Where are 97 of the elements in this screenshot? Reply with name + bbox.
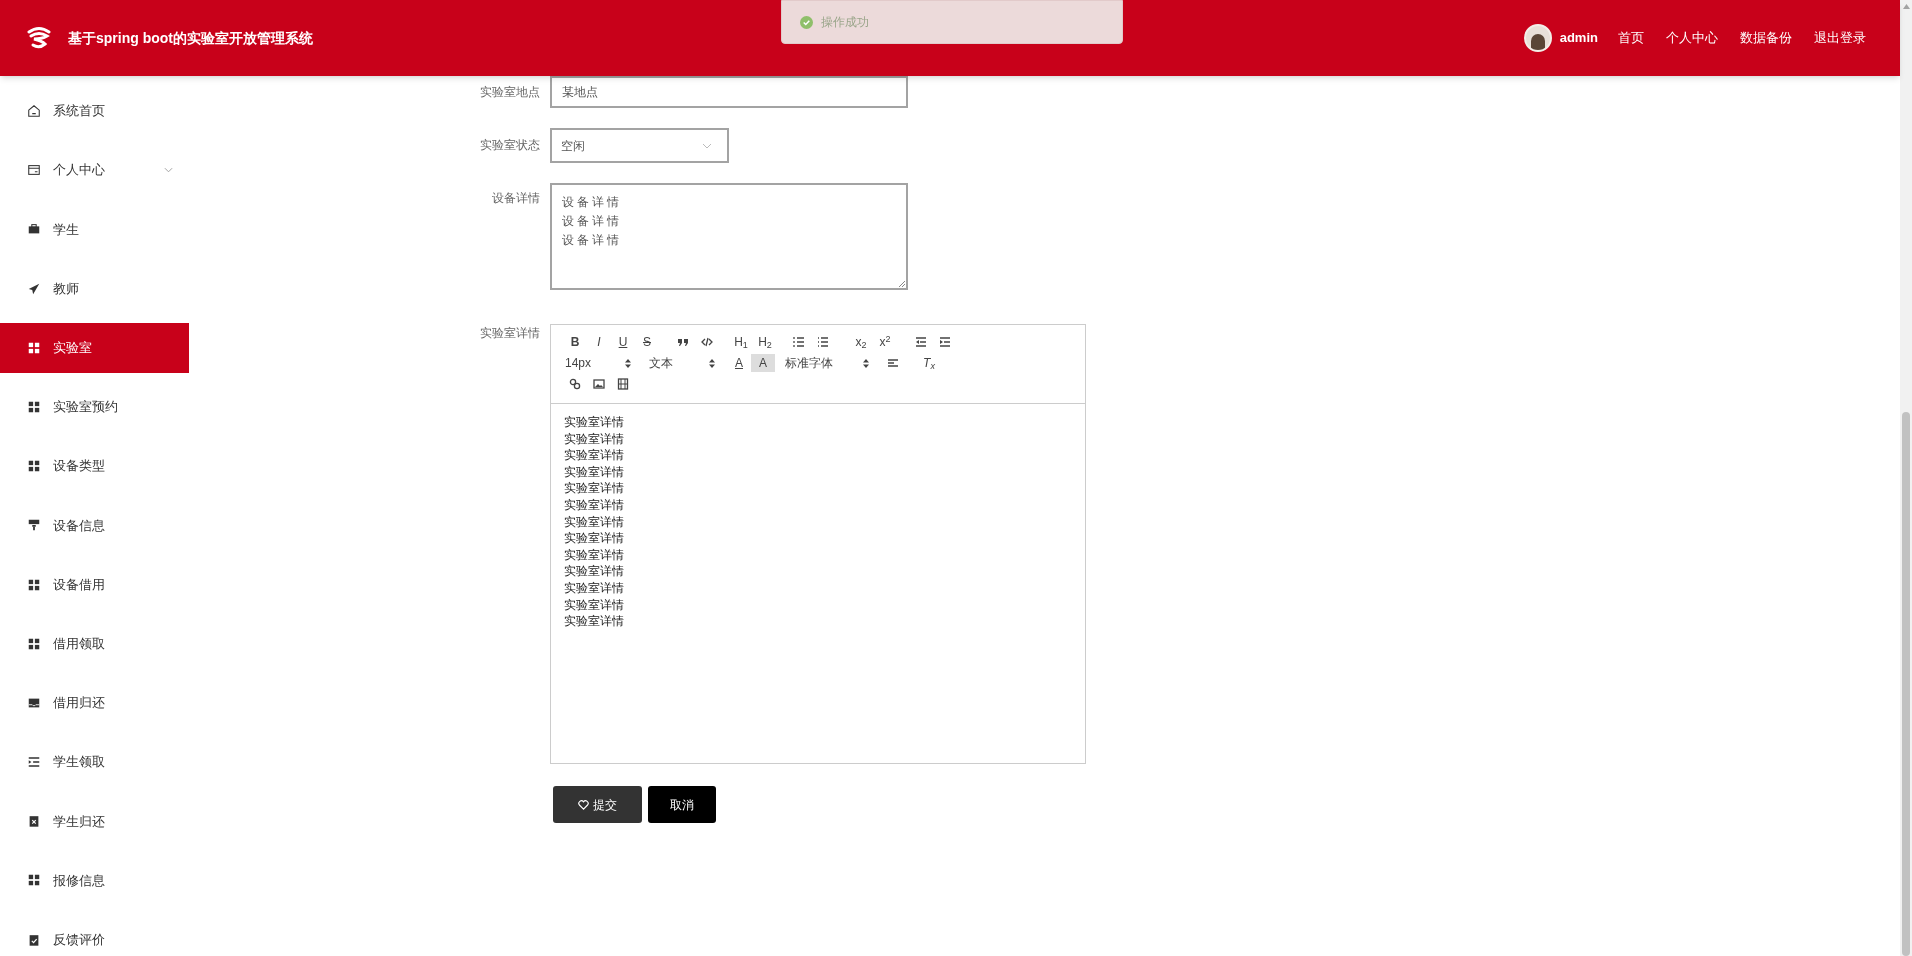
- editor-text-line: 实验室详情: [564, 447, 625, 464]
- home-icon: [27, 104, 41, 118]
- toolbar-button[interactable]: x$^{2}$: [873, 333, 897, 351]
- text-input[interactable]: 某地点: [550, 76, 908, 108]
- toolbar-button[interactable]: U: [611, 333, 635, 351]
- chevron-down-icon: [702, 142, 712, 149]
- logo-icon: [26, 25, 52, 51]
- toolbar-dropdown[interactable]: 标准字体: [783, 354, 873, 372]
- nav-link[interactable]: 退出登录: [1814, 28, 1866, 48]
- editor-text-line: 实验室详情: [564, 463, 625, 481]
- field-label: 设备详情: [491, 190, 540, 207]
- editor-text-line: 实验室详情: [564, 546, 625, 564]
- clipboard-check-icon: [27, 932, 41, 947]
- editor-text-line: 实验室详情: [564, 496, 625, 514]
- grid-icon: [27, 577, 41, 592]
- nav-link[interactable]: 首页: [1618, 28, 1644, 48]
- field-label: 实验室状态: [479, 137, 540, 154]
- editor-area[interactable]: 实验室详情 实验室详情 实验室详情 实验室详情 实验室详情 实验室详情 实验室详情 实验室详情 实验室详情 实验室详情 实验室详情 实验室详情 实验室详情: [551, 404, 1085, 763]
- roller-icon: [27, 518, 41, 533]
- select-field[interactable]: 空闲: [550, 128, 729, 163]
- toolbar-button[interactable]: S: [635, 333, 659, 351]
- toolbar-button[interactable]: A: [751, 354, 775, 372]
- list-indent-icon: [27, 755, 41, 770]
- sidebar-item[interactable]: 实验室预约: [0, 381, 189, 432]
- nav-link[interactable]: 个人中心: [1666, 28, 1718, 48]
- check-circle-icon: [800, 15, 813, 29]
- app-title: 基于spring boot的实验室开放管理系统: [68, 28, 313, 48]
- sidebar-item[interactable]: 系统首页: [0, 86, 189, 136]
- toolbar-button[interactable]: x$_{2}$: [849, 333, 873, 351]
- avatar: [1523, 24, 1552, 52]
- paper-plane-icon: [27, 281, 41, 296]
- editor-text-line: 实验室详情: [564, 596, 625, 614]
- editor-text-line: 实验室详情: [564, 480, 625, 497]
- user-name: admin: [1559, 29, 1598, 48]
- up-down-icon: [863, 358, 869, 368]
- sidebar-item[interactable]: 设备借用: [0, 559, 189, 610]
- card-icon: [27, 163, 41, 178]
- outdent-icon: [915, 336, 927, 348]
- resize-grip-icon: [898, 280, 905, 287]
- grid-icon: [27, 873, 41, 888]
- sidebar-item[interactable]: 设备信息: [0, 500, 189, 551]
- sidebar-item[interactable]: 反馈评价: [0, 914, 189, 956]
- toolbar-button[interactable]: B: [563, 333, 587, 351]
- link-icon: [569, 378, 581, 390]
- bullet-list-icon: [817, 336, 829, 348]
- toolbar-button[interactable]: A: [727, 354, 751, 372]
- editor-text-line: 实验室详情: [564, 513, 625, 531]
- code-icon: [701, 336, 713, 348]
- sidebar-item[interactable]: 实验室: [0, 322, 189, 373]
- toolbar-dropdown[interactable]: 文本: [647, 354, 719, 372]
- editor-text-line: 实验室详情: [564, 430, 625, 448]
- text-line: 设备详情: [562, 213, 623, 230]
- grid-icon: [27, 399, 41, 414]
- sidebar-item[interactable]: 报修信息: [0, 855, 189, 906]
- sidebar-item[interactable]: 个人中心: [0, 145, 189, 196]
- toolbar-button[interactable]: H$_{2}$: [753, 333, 777, 351]
- grid-icon: [27, 459, 41, 474]
- editor-text-line: 实验室详情: [564, 613, 625, 630]
- toast-message: 操作成功: [821, 14, 869, 31]
- field-label: 实验室地点: [479, 84, 540, 101]
- scroll-thumb[interactable]: [1902, 412, 1910, 956]
- indent-icon: [939, 336, 951, 348]
- toolbar-button[interactable]: I: [587, 333, 611, 351]
- editor-text-line: 实验室详情: [564, 530, 625, 547]
- toolbar-dropdown[interactable]: 14px: [563, 354, 635, 372]
- chevron-down-icon: [164, 167, 173, 174]
- clipboard-x-icon: [27, 814, 41, 829]
- editor-text-line: 实验室详情: [564, 579, 625, 597]
- quote-icon: [677, 336, 689, 348]
- toolbar-button[interactable]: H$_{1}$: [729, 333, 753, 351]
- scrollbar[interactable]: [1900, 0, 1912, 956]
- toolbar-button[interactable]: T$_{x}$: [917, 354, 941, 372]
- text-line: 设备详情: [562, 232, 623, 249]
- image-icon: [593, 378, 605, 390]
- up-down-icon: [709, 358, 715, 368]
- up-down-icon: [625, 358, 631, 368]
- text-line: 设备详情: [562, 194, 623, 211]
- film-icon: [617, 378, 629, 390]
- submit-button[interactable]: 提交: [553, 786, 642, 823]
- cancel-button[interactable]: 取消: [648, 786, 716, 823]
- sidebar-item[interactable]: 借用领取: [0, 618, 189, 669]
- grid-icon: [27, 340, 41, 355]
- align-left-icon: [887, 357, 899, 369]
- text-area[interactable]: 设备详情 设备详情 设备详情: [550, 183, 908, 290]
- field-label: 实验室详情: [479, 325, 540, 342]
- sidebar-item[interactable]: 学生归还: [0, 796, 189, 847]
- sidebar-item[interactable]: 设备类型: [0, 441, 189, 492]
- editor-text-line: 实验室详情: [564, 563, 625, 580]
- heart-icon: [578, 799, 589, 810]
- grid-icon: [27, 636, 41, 651]
- sidebar-item[interactable]: 教师: [0, 263, 189, 314]
- sidebar-item[interactable]: 借用归还: [0, 677, 189, 728]
- sidebar-item[interactable]: 学生领取: [0, 737, 189, 788]
- editor-text-line: 实验室详情: [564, 414, 625, 431]
- numbered-list-icon: [793, 336, 805, 348]
- sidebar-item[interactable]: 学生: [0, 204, 189, 255]
- nav-link[interactable]: 数据备份: [1740, 28, 1792, 48]
